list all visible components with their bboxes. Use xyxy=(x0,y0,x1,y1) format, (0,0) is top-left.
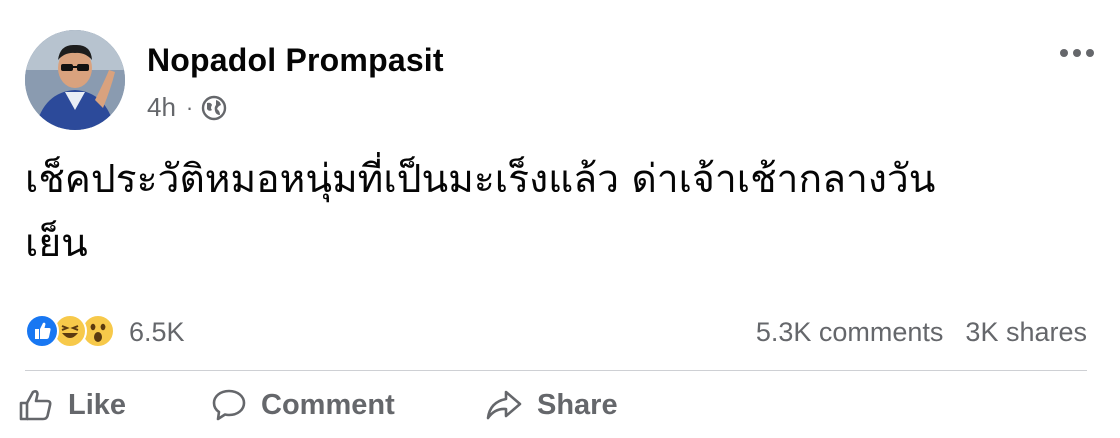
meta-separator: · xyxy=(185,94,194,120)
reactions-bar: 6.5K 5.3K comments 3K shares xyxy=(25,310,1087,354)
reaction-count[interactable]: 6.5K xyxy=(129,317,185,348)
post-actions: Like Comment Share xyxy=(18,388,1088,438)
comment-icon xyxy=(212,389,246,421)
more-icon xyxy=(1060,49,1094,57)
post-meta: 4h · xyxy=(147,92,227,123)
like-reaction-icon xyxy=(25,314,59,348)
post-text-line: เช็คประวัติหมอหนุ่มที่เป็นมะเร็งแล้ว ด่า… xyxy=(25,157,936,202)
comment-label: Comment xyxy=(261,388,395,421)
share-icon xyxy=(486,390,522,420)
comment-button[interactable]: Comment xyxy=(211,388,395,422)
post-text: เช็คประวัติหมอหนุ่มที่เป็นมะเร็งแล้ว ด่า… xyxy=(25,148,1095,276)
post-time[interactable]: 4h xyxy=(147,92,176,123)
share-button[interactable]: Share xyxy=(485,388,618,422)
post-stats: 5.3K comments 3K shares xyxy=(756,317,1087,348)
avatar[interactable] xyxy=(25,30,125,130)
globe-icon[interactable] xyxy=(201,95,227,121)
post-header: Nopadol Prompasit 4h · xyxy=(25,30,1105,130)
like-button[interactable]: Like xyxy=(18,388,126,422)
share-label: Share xyxy=(537,388,618,421)
like-label: Like xyxy=(68,388,127,421)
more-options-button[interactable] xyxy=(1057,38,1097,68)
post-text-line: เย็น xyxy=(25,221,88,266)
shares-count[interactable]: 3K shares xyxy=(965,317,1087,348)
author-name[interactable]: Nopadol Prompasit xyxy=(147,42,444,79)
comments-count[interactable]: 5.3K comments xyxy=(756,317,944,348)
thumbs-up-icon xyxy=(19,390,52,421)
divider xyxy=(25,370,1087,371)
reaction-icons[interactable] xyxy=(25,314,125,350)
